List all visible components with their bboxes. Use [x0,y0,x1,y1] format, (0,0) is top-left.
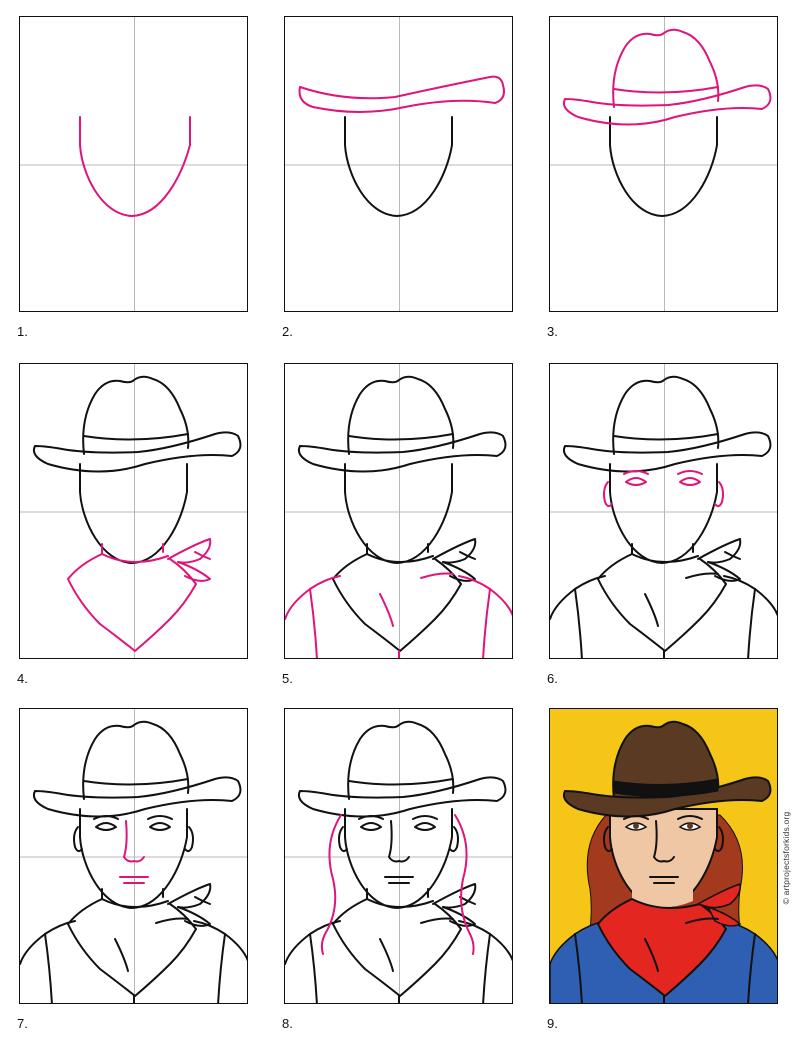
step-8-drawing [285,709,512,1003]
face-line [609,463,718,564]
step-3-number: 3. [547,324,558,339]
step-6-drawing [550,364,777,658]
bandana-line-new [67,553,197,652]
shirtFold-line [685,572,719,579]
step-2-number: 2. [282,324,293,339]
copyright-credit: © artprojectsforkids.org [779,708,793,1008]
step-4-drawing [20,364,247,658]
shirtFold-line [155,917,189,924]
step-1-number: 1. [17,324,28,339]
iris-right [687,823,693,829]
shirtFold-line [420,917,454,924]
step-5-frame [284,363,513,659]
brimB-line [297,776,507,818]
step-4-frame [19,363,248,659]
crease-line [379,938,394,972]
band-line [348,778,454,786]
armR-line-new [482,588,491,658]
iris-left [633,823,639,829]
brimB-line [297,431,507,473]
step-3-drawing [550,17,777,311]
step-9-number: 9. [547,1016,558,1031]
armR-line [482,933,491,1003]
browR-line-new [677,470,703,475]
step-2-frame [284,16,513,312]
band-line [348,433,454,441]
crown-line-new [612,28,720,108]
step-5-number: 5. [282,671,293,686]
step-6-frame [549,363,778,659]
band-line [83,778,189,786]
eyeR-line-new [679,477,701,486]
band-line-new [613,86,719,94]
crown-line [612,375,720,455]
eyeL-line-new [625,477,647,486]
armL-line-new [309,588,318,658]
brimB-line [32,431,242,473]
credit-text: © artprojectsforkids.org [781,811,791,905]
armR-line [747,588,756,658]
armL-line [44,933,53,1003]
brimA-line-new [298,75,505,113]
crease-line [644,593,659,627]
knot1-line [167,883,212,909]
browL-line-new [623,470,649,475]
armR-line [217,933,226,1003]
eyeR-line [149,822,171,831]
brimB-line [562,431,772,473]
knot2-line-new [177,561,211,582]
step-6-number: 6. [547,671,558,686]
shirtFold-line-new [420,572,454,579]
step-1-frame [19,16,248,312]
eyeR-line [414,822,436,831]
step-1-drawing [20,17,247,311]
brimB-line-new [562,84,772,126]
face-line [344,808,453,909]
crown-line [82,720,190,800]
browL-line [358,815,384,820]
step-4-number: 4. [17,671,28,686]
step-9-frame [549,708,778,1004]
browR-line [147,815,173,820]
browL-line [93,815,119,820]
step-5-drawing [285,364,512,658]
bandana-line [67,898,197,997]
step-7-drawing [20,709,247,1003]
knot1-line [432,883,477,909]
face-line [344,116,453,217]
crown-line [82,375,190,455]
step-2-drawing [285,17,512,311]
armL-line [309,933,318,1003]
face-line [344,463,453,564]
knot1-line-new [167,538,212,564]
step-8-frame [284,708,513,1004]
eyeL-line [95,822,117,831]
step-7-frame [19,708,248,1004]
face-line [609,116,718,217]
step-7-number: 7. [17,1016,28,1031]
eyeL-line [360,822,382,831]
face-line [79,808,188,909]
step-3-frame [549,16,778,312]
armL-line [574,588,583,658]
step-8-number: 8. [282,1016,293,1031]
crease-line-new [379,593,394,627]
brimB-line [32,776,242,818]
step-9-colored-drawing [550,709,777,1003]
crease-line [114,938,129,972]
knot1-line [697,538,742,564]
band-line [83,433,189,441]
bandana-line [332,898,462,997]
browR-line [412,815,438,820]
band-line [613,433,719,441]
bandana-line [332,553,462,652]
crown-line [347,720,455,800]
bandana-line [597,553,727,652]
crown-line [347,375,455,455]
knot1-line [432,538,477,564]
face-line [79,463,188,564]
